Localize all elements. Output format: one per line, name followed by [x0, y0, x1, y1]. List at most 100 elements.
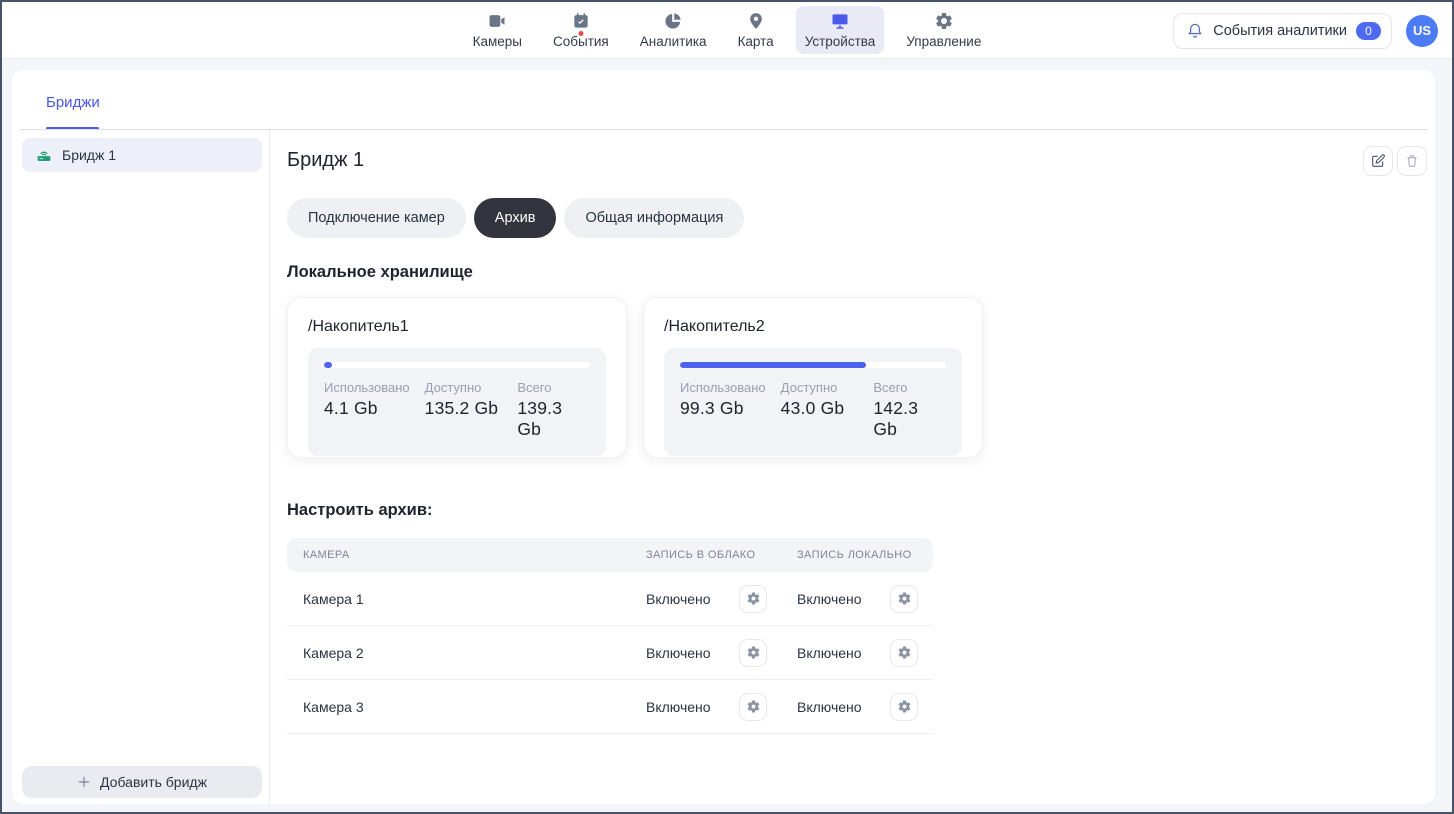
nav-label-management: Управление [906, 34, 981, 49]
total-value: 139.3 Gb [517, 398, 590, 440]
local-recording-status: Включено [797, 699, 862, 715]
cloud-recording-status: Включено [646, 591, 711, 607]
gear-icon [746, 699, 761, 714]
sidebar-item-label: Бридж 1 [62, 147, 116, 163]
camera-name: Камера 3 [287, 699, 646, 715]
topbar-right: События аналитики 0 US [1173, 2, 1438, 59]
table-row-camera-2: Камера 2 Включено Включено [287, 626, 933, 680]
table-row-camera-3: Камера 3 Включено Включено [287, 680, 933, 734]
storage-name: /Накопитель1 [308, 318, 606, 336]
tab-general-info[interactable]: Общая информация [564, 198, 744, 238]
cloud-recording-status: Включено [646, 645, 711, 661]
camera-name: Камера 1 [287, 591, 646, 607]
analytics-events-label: События аналитики [1213, 23, 1347, 39]
local-storage-heading: Локальное хранилище [287, 263, 1427, 282]
total-label: Всего [873, 380, 946, 395]
storage-name: /Накопитель2 [664, 318, 962, 336]
nav-item-management[interactable]: Управление [897, 6, 990, 54]
archive-table: КАМЕРА ЗАПИСЬ В ОБЛАКО ЗАПИСЬ ЛОКАЛЬНО К… [287, 538, 933, 734]
storage-card-2: /Накопитель2 Использовано 99.3 Gb Доступ… [643, 297, 983, 458]
storage-progress-fill [680, 362, 866, 368]
storage-progress-track [680, 362, 946, 368]
camera-icon [486, 11, 508, 31]
nav-item-devices[interactable]: Устройства [796, 6, 885, 54]
cloud-recording-settings-button[interactable] [739, 693, 767, 721]
nav-label-analytics: Аналитика [640, 34, 707, 49]
used-label: Использовано [324, 380, 425, 395]
cloud-recording-settings-button[interactable] [739, 639, 767, 667]
local-recording-settings-button[interactable] [890, 693, 918, 721]
tab-bridges[interactable]: Бриджи [46, 94, 100, 111]
nav-label-map: Карта [738, 34, 774, 49]
local-recording-status: Включено [797, 591, 862, 607]
gear-icon [897, 591, 912, 606]
tab-archive[interactable]: Архив [474, 198, 557, 238]
trash-icon [1404, 153, 1420, 169]
total-label: Всего [517, 380, 590, 395]
nav-item-events[interactable]: События [544, 6, 618, 54]
user-avatar[interactable]: US [1406, 15, 1438, 47]
pie-chart-icon [662, 11, 684, 31]
main-panel: Бриджи Бридж 1 Добавить бридж Б [12, 70, 1435, 804]
used-label: Использовано [680, 380, 781, 395]
gear-icon [897, 699, 912, 714]
local-recording-settings-button[interactable] [890, 585, 918, 613]
bridge-details: Бридж 1 Подключение камер Архив Общая ин… [271, 130, 1435, 804]
archive-table-header: КАМЕРА ЗАПИСЬ В ОБЛАКО ЗАПИСЬ ЛОКАЛЬНО [287, 538, 933, 572]
storage-progress-track [324, 362, 590, 368]
storage-usage-panel: Использовано 4.1 Gb Доступно 135.2 Gb Вс… [308, 348, 606, 456]
gear-icon [746, 591, 761, 606]
configure-archive-heading: Настроить архив: [287, 501, 1427, 520]
bridge-tabs: Подключение камер Архив Общая информация [287, 198, 1427, 238]
notification-dot [578, 31, 583, 36]
monitor-icon [829, 11, 851, 31]
cloud-recording-status: Включено [646, 699, 711, 715]
bridge-router-icon [35, 146, 53, 164]
storage-card-1: /Накопитель1 Использовано 4.1 Gb Доступн… [287, 297, 627, 458]
nav-item-analytics[interactable]: Аналитика [631, 6, 716, 54]
app-window: Камеры События Аналитика Карта [0, 0, 1454, 814]
available-label: Доступно [781, 380, 874, 395]
delete-bridge-button[interactable] [1397, 146, 1427, 176]
tab-camera-connection[interactable]: Подключение камер [287, 198, 466, 238]
gear-icon [897, 645, 912, 660]
events-count-badge: 0 [1356, 22, 1381, 40]
table-row-camera-1: Камера 1 Включено Включено [287, 572, 933, 626]
column-cloud-recording: ЗАПИСЬ В ОБЛАКО [646, 549, 797, 561]
column-camera: КАМЕРА [287, 549, 646, 561]
used-value: 99.3 Gb [680, 398, 781, 419]
nav-item-map[interactable]: Карта [729, 6, 783, 54]
settings-gear-icon [933, 11, 955, 31]
nav-label-cameras: Камеры [473, 34, 522, 49]
storage-progress-fill [324, 362, 332, 368]
available-value: 43.0 Gb [781, 398, 874, 419]
title-actions [1363, 146, 1427, 176]
top-navigation-bar: Камеры События Аналитика Карта [2, 2, 1452, 59]
edit-bridge-button[interactable] [1363, 146, 1393, 176]
nav-label-devices: Устройства [805, 34, 876, 49]
available-value: 135.2 Gb [425, 398, 518, 419]
cloud-recording-settings-button[interactable] [739, 585, 767, 613]
map-pin-icon [745, 11, 767, 31]
add-bridge-button[interactable]: Добавить бридж [22, 766, 262, 798]
camera-name: Камера 2 [287, 645, 646, 661]
edit-icon [1370, 153, 1386, 169]
analytics-events-button[interactable]: События аналитики 0 [1173, 13, 1392, 49]
plus-icon [77, 775, 91, 789]
column-local-recording: ЗАПИСЬ ЛОКАЛЬНО [797, 549, 933, 561]
calendar-check-icon [570, 11, 592, 31]
available-label: Доступно [425, 380, 518, 395]
bridges-sidebar: Бридж 1 Добавить бридж [12, 130, 270, 804]
local-recording-status: Включено [797, 645, 862, 661]
gear-icon [746, 645, 761, 660]
sidebar-item-bridge-1[interactable]: Бридж 1 [22, 138, 262, 172]
nav-item-cameras[interactable]: Камеры [464, 6, 531, 54]
add-bridge-label: Добавить бридж [100, 774, 207, 790]
nav-label-events: События [553, 34, 609, 49]
storage-usage-panel: Использовано 99.3 Gb Доступно 43.0 Gb Вс… [664, 348, 962, 456]
page-title: Бридж 1 [287, 146, 364, 172]
storage-cards: /Накопитель1 Использовано 4.1 Gb Доступн… [287, 297, 1427, 458]
total-value: 142.3 Gb [873, 398, 946, 440]
local-recording-settings-button[interactable] [890, 639, 918, 667]
main-nav: Камеры События Аналитика Карта [464, 6, 991, 54]
